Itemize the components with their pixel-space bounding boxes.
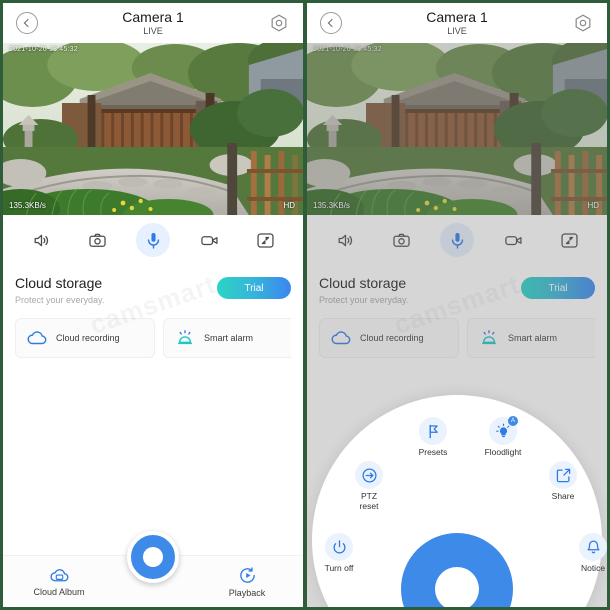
settings-button[interactable]: [267, 11, 291, 35]
header-title-group-2: Camera 1 LIVE: [426, 8, 488, 37]
settings-button-2[interactable]: [571, 11, 595, 35]
speaker-button[interactable]: [24, 223, 58, 257]
video-quality-badge[interactable]: HD: [283, 201, 295, 210]
smart-alarm-card[interactable]: Smart alarm: [163, 318, 291, 358]
cloud-recording-label: Cloud recording: [56, 332, 120, 343]
floodlight-badge: A: [508, 416, 518, 426]
app-screen-left: Camera 1 LIVE 2021-10-26 13:45:32 135.3K…: [3, 3, 303, 607]
video-bitrate: 135.3KB/s: [9, 201, 46, 210]
radial-label-presets: Presets: [418, 447, 448, 457]
radial-item-floodlight[interactable]: A Floodlight: [474, 416, 532, 457]
joystick-donut-icon: [143, 547, 163, 567]
lightbulb-icon: A: [489, 416, 518, 445]
ptz-control-fab[interactable]: [127, 531, 179, 583]
phone-panel-right: Camera 1 LIVE 2021-10-26 13:45:32 135.3K…: [305, 0, 610, 610]
radial-label-ptz-reset: PTZ reset: [359, 491, 379, 511]
live-status-label-2: LIVE: [447, 25, 467, 36]
ptz-joystick[interactable]: [401, 533, 513, 607]
chevron-left-icon: [16, 12, 38, 34]
playback-button[interactable]: Playback: [213, 566, 281, 598]
radial-label-share: Share: [551, 491, 575, 501]
playback-icon: [239, 566, 255, 583]
radial-label-floodlight: Floodlight: [484, 447, 522, 457]
app-header: Camera 1 LIVE: [3, 3, 303, 43]
camera-toolbar: [3, 215, 303, 265]
cloud-storage-header: Cloud storage Protect your everyday. Tri…: [15, 275, 291, 306]
radial-item-notice[interactable]: Notice: [564, 533, 607, 573]
radial-item-presets[interactable]: Presets: [404, 417, 462, 457]
gear-icon: [271, 14, 287, 32]
camera-snapshot-icon: [88, 233, 106, 247]
chevron-left-icon: [320, 12, 342, 34]
cloud-storage-title: Cloud storage: [15, 275, 103, 291]
page-title-2: Camera 1: [426, 8, 488, 25]
share-icon: [549, 461, 577, 489]
cloud-album-button[interactable]: Cloud Album: [25, 567, 93, 597]
trial-button[interactable]: Trial: [217, 277, 291, 299]
cloud-storage-text: Cloud storage Protect your everyday.: [15, 275, 104, 306]
page-title: Camera 1: [122, 8, 184, 25]
video-frame-image: [3, 43, 303, 215]
header-title-group: Camera 1 LIVE: [122, 8, 184, 37]
cloud-album-label: Cloud Album: [33, 586, 85, 597]
video-record-icon: [200, 235, 218, 245]
phone-panel-left: Camera 1 LIVE 2021-10-26 13:45:32 135.3K…: [0, 0, 305, 610]
radial-item-turn-off[interactable]: Turn off: [310, 533, 368, 573]
bell-icon: [579, 533, 607, 561]
video-timestamp: 2021-10-26 13:45:32: [9, 46, 78, 53]
app-header-2: Camera 1 LIVE: [307, 3, 607, 43]
back-button[interactable]: [15, 11, 39, 35]
radial-item-ptz-reset[interactable]: PTZ reset: [340, 461, 398, 511]
cloud-storage-subtitle: Protect your everyday.: [15, 295, 105, 305]
flag-icon: [419, 417, 447, 445]
power-icon: [325, 533, 353, 561]
radial-label-turn-off: Turn off: [324, 563, 354, 573]
fullscreen-icon: [256, 232, 274, 248]
playback-label: Playback: [228, 587, 266, 598]
rotate-reset-icon: [355, 461, 383, 489]
record-button[interactable]: [192, 223, 226, 257]
cloud-icon: [26, 329, 48, 347]
cloud-album-icon: [49, 568, 68, 581]
alarm-icon: [174, 328, 196, 348]
live-video-view[interactable]: 2021-10-26 13:45:32 135.3KB/s HD: [3, 43, 303, 215]
smart-alarm-label: Smart alarm: [204, 332, 254, 343]
speaker-icon: [34, 234, 48, 246]
cloud-storage-section: Cloud storage Protect your everyday. Tri…: [3, 265, 303, 358]
fullscreen-button[interactable]: [248, 223, 282, 257]
microphone-button[interactable]: [136, 223, 170, 257]
cloud-recording-card[interactable]: Cloud recording: [15, 318, 155, 358]
radial-label-notice: Notice: [580, 563, 606, 573]
back-button-2[interactable]: [319, 11, 343, 35]
live-status-label: LIVE: [143, 25, 163, 36]
snapshot-button[interactable]: [80, 223, 114, 257]
gear-icon: [575, 14, 591, 32]
joystick-donut-icon: [435, 567, 479, 607]
screenshot-stage: Camera 1 LIVE 2021-10-26 13:45:32 135.3K…: [0, 0, 610, 610]
app-screen-right: Camera 1 LIVE 2021-10-26 13:45:32 135.3K…: [307, 3, 607, 607]
cloud-feature-cards[interactable]: Cloud recording Smart alarm: [15, 318, 291, 358]
radial-item-share[interactable]: Share: [534, 461, 592, 501]
microphone-icon: [147, 232, 159, 249]
